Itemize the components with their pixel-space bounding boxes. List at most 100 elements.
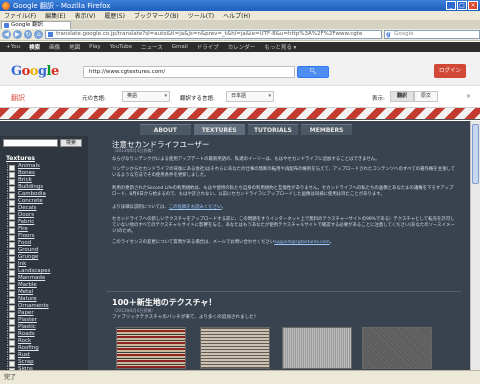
target-language-label: 翻訳する言語: — [180, 96, 215, 102]
search-button[interactable]: 🔍︎ — [297, 66, 329, 78]
support-email-link[interactable]: support@cgtextures.com — [274, 240, 329, 245]
category-item[interactable]: Fire — [6, 226, 86, 234]
close-window-button[interactable]: × — [468, 1, 478, 10]
texture-search-button[interactable]: 検索 — [60, 139, 82, 147]
tab-label: Google 翻訳 — [11, 22, 44, 28]
show-original-button[interactable]: 原文 — [414, 91, 438, 102]
window-controls: _ □ × — [446, 1, 478, 10]
close-translate-bar-icon[interactable]: × — [466, 93, 471, 100]
login-button[interactable]: ログイン — [434, 64, 466, 78]
reload-icon[interactable]: ↻ — [23, 30, 33, 39]
gbar-more[interactable]: もっと見る ▾ — [264, 43, 296, 51]
fabric-texture-thumbnail[interactable] — [200, 327, 270, 369]
category-item[interactable]: Landscapes — [6, 268, 86, 276]
category-item[interactable]: Plastic — [6, 324, 86, 332]
tab-strip: Google 翻訳 — [0, 20, 480, 29]
window-titlebar: Google 翻訳 - Mozilla Firefox _ □ × — [0, 0, 480, 11]
category-item[interactable]: Doors — [6, 212, 86, 220]
url-input[interactable]: http://www.cgtextures.com/ — [83, 66, 295, 78]
site-header-stripe — [0, 108, 480, 120]
source-language-select[interactable]: 英語 — [122, 91, 170, 102]
site-content: ABOUT TEXTURES TUTORIALS MEMBERS 検索 Text… — [0, 121, 480, 381]
address-bar[interactable]: translate.google.co.jp/translate?sl=auto… — [45, 30, 383, 39]
category-item[interactable]: Food — [6, 240, 86, 248]
nav-members[interactable]: MEMBERS — [301, 124, 352, 135]
category-item[interactable]: Paper — [6, 310, 86, 318]
nav-tutorials[interactable]: TUTORIALS — [247, 124, 299, 135]
gbar-images[interactable]: 画像 — [49, 43, 60, 51]
search-placeholder: Google — [394, 31, 414, 37]
category-item[interactable]: Brick — [6, 177, 86, 185]
source-language-label: 元の言語: — [82, 96, 106, 102]
category-item[interactable]: Scrap — [6, 359, 86, 367]
forward-arrow-icon[interactable]: ▶ — [12, 30, 22, 39]
category-item[interactable]: Manmade — [6, 275, 86, 283]
gbar-search[interactable]: 検索 — [29, 43, 40, 51]
category-item[interactable]: Concrete — [6, 198, 86, 206]
category-item[interactable]: Rust — [6, 352, 86, 360]
scrollbar-thumb[interactable] — [472, 124, 479, 184]
category-item[interactable]: Ink — [6, 261, 86, 269]
menu-view[interactable]: 表示(V) — [75, 11, 96, 20]
menu-history[interactable]: 履歴(S) — [104, 11, 125, 20]
gbar-maps[interactable]: 地図 — [69, 43, 80, 51]
category-item[interactable]: Ground — [6, 247, 86, 255]
home-icon[interactable]: ⌂ — [34, 30, 44, 39]
site-navigation: ABOUT TEXTURES TUTORIALS MEMBERS — [140, 124, 352, 135]
post-title: 100＋新生地のテクスチャ！ — [112, 298, 217, 307]
news-column: 注意セカンドライフユーザー （2013年8月4日投稿） ならびなりンデンクがによ… — [94, 136, 466, 370]
menu-file[interactable]: ファイル(F) — [4, 11, 36, 20]
category-item[interactable]: Roads — [6, 331, 86, 339]
category-item[interactable]: Plaster — [6, 317, 86, 325]
post-paragraph: 利用の更新されたSecond Lifeの利用規約は、もはや使用の私たち自身の利用… — [112, 186, 454, 198]
gbar-youtube[interactable]: YouTube — [110, 44, 132, 50]
category-tree: Textures Animals Bones Brick Buildings Cambo… — [6, 155, 86, 381]
gbar-plus-you[interactable]: +You — [6, 44, 20, 50]
menu-bar: ファイル(F) 編集(E) 表示(V) 履歴(S) ブックマーク(B) ツール(… — [0, 11, 480, 20]
category-item[interactable]: Marble — [6, 282, 86, 290]
menu-edit[interactable]: 編集(E) — [45, 11, 65, 20]
category-item[interactable]: Grunge — [6, 254, 86, 262]
gbar-news[interactable]: ニュース — [141, 43, 163, 51]
gbar-play[interactable]: Play — [89, 44, 100, 50]
category-item[interactable]: Cambodia — [6, 191, 86, 199]
maximize-button[interactable]: □ — [457, 1, 467, 10]
category-item[interactable]: Fabric — [6, 219, 86, 227]
category-item[interactable]: Rock — [6, 338, 86, 346]
category-item[interactable]: Metal — [6, 289, 86, 297]
post-paragraph: ならびなりンデンクがによる使用アップデートの最新用語の、私達のイーリーは、もはや… — [112, 157, 380, 162]
category-item[interactable]: Buildings — [6, 184, 86, 192]
show-translation-button[interactable]: 翻訳 — [390, 91, 414, 102]
translate-label: 翻訳 — [11, 94, 25, 102]
minimize-button[interactable]: _ — [446, 1, 456, 10]
menu-help[interactable]: ヘルプ(H) — [223, 11, 250, 20]
menu-tools[interactable]: ツール(T) — [188, 11, 214, 20]
gbar-drive[interactable]: ドライブ — [197, 43, 219, 51]
vertical-scrollbar[interactable] — [470, 121, 480, 370]
category-item[interactable]: Roofing — [6, 345, 86, 353]
category-item[interactable]: Ornaments — [6, 303, 86, 311]
category-item[interactable]: Bones — [6, 170, 86, 178]
gbar-calendar[interactable]: カレンダー — [228, 43, 256, 51]
category-item[interactable]: Nature — [6, 296, 86, 304]
category-item[interactable]: Animals — [6, 163, 86, 171]
category-item[interactable]: Floors — [6, 233, 86, 241]
texture-search-input[interactable] — [3, 139, 58, 147]
browser-search-input[interactable]: g Google — [384, 30, 480, 39]
nav-textures[interactable]: TEXTURES — [193, 124, 245, 135]
google-logo[interactable]: Google — [11, 64, 59, 79]
gbar-gmail[interactable]: Gmail — [172, 44, 188, 50]
menu-bookmarks[interactable]: ブックマーク(B) — [134, 11, 179, 20]
category-item[interactable]: Decals — [6, 205, 86, 213]
fabric-texture-thumbnail[interactable] — [282, 327, 352, 369]
site-favicon-icon — [48, 32, 54, 37]
fabric-texture-thumbnail[interactable] — [362, 327, 432, 369]
nav-about[interactable]: ABOUT — [140, 124, 191, 135]
tree-root-textures[interactable]: Textures — [6, 155, 86, 163]
back-arrow-icon[interactable]: ◀ — [2, 30, 11, 39]
tab-google-translate[interactable]: Google 翻訳 — [1, 21, 71, 29]
fabric-texture-thumbnail[interactable] — [116, 327, 186, 369]
target-language-select[interactable]: 日本語 — [226, 91, 274, 102]
read-post-link[interactable]: この投稿をお読みください — [169, 205, 222, 210]
post-paragraph: セカンドライフへの新しいテクスチャをアップロードする前に、この問題をすうインター… — [112, 217, 455, 235]
